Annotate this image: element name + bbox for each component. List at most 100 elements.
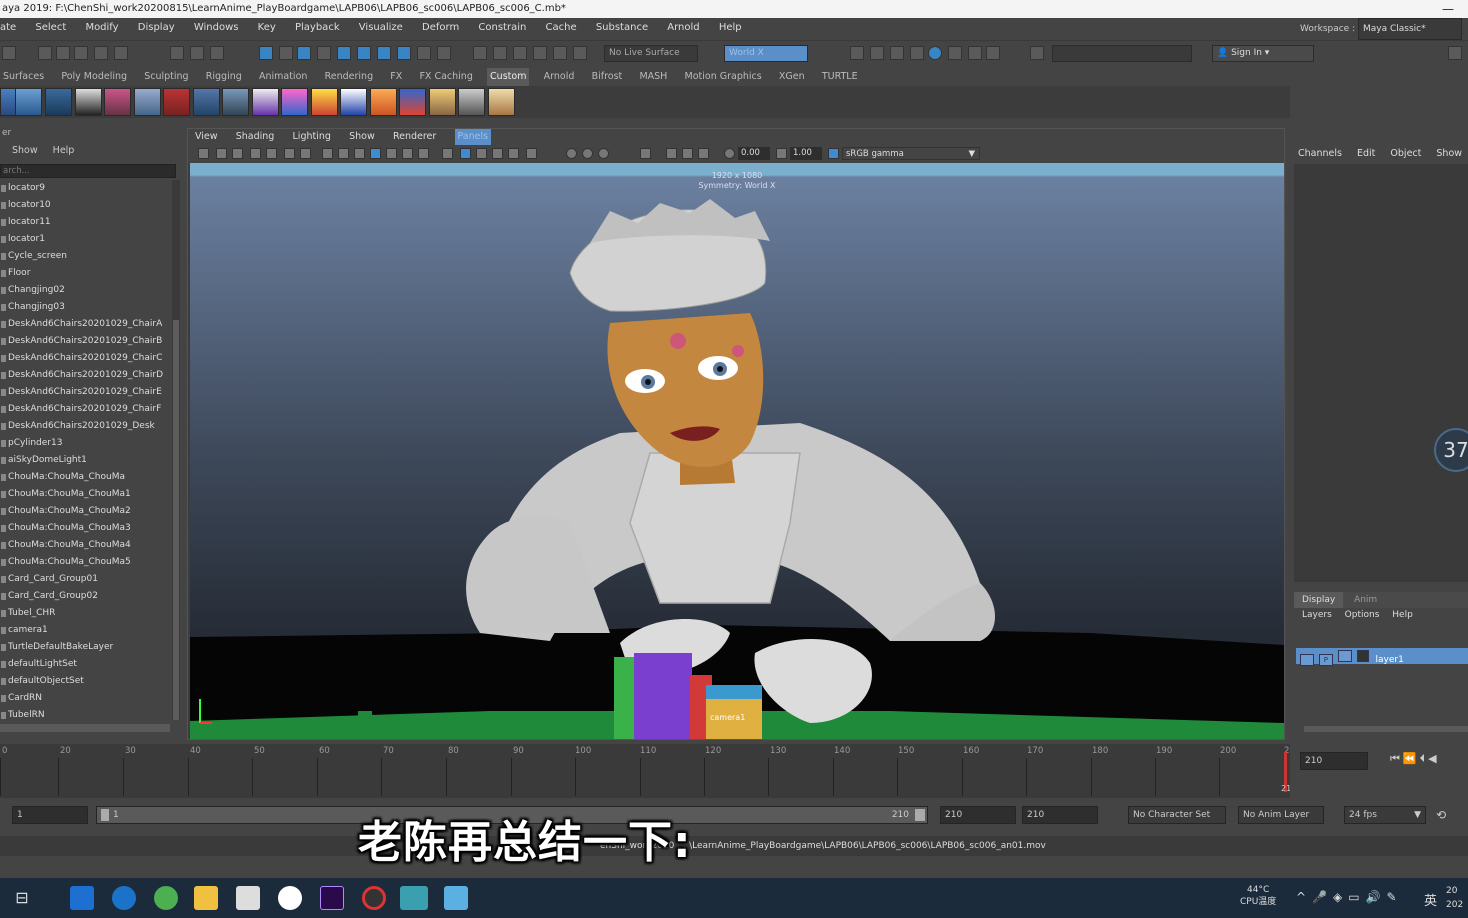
file-explorer-icon[interactable] xyxy=(194,886,218,910)
shelf-tab-turtle[interactable]: TURTLE xyxy=(819,68,861,86)
outliner-item[interactable]: DeskAnd6Chairs20201029_ChairE xyxy=(0,384,172,401)
hypershade-icon[interactable] xyxy=(910,46,924,60)
pen-icon[interactable]: ✎ xyxy=(1387,890,1403,904)
camera-attributes-icon[interactable] xyxy=(216,148,227,159)
outliner-item[interactable]: aiSkyDomeLight1 xyxy=(0,452,172,469)
xray-joints-icon[interactable] xyxy=(682,148,693,159)
gamma-icon[interactable] xyxy=(776,148,787,159)
menu-key[interactable]: Key xyxy=(258,18,276,38)
outliner-search-input[interactable]: arch... xyxy=(0,164,176,178)
menu-arnold[interactable]: Arnold xyxy=(667,18,699,38)
image-plane-icon[interactable] xyxy=(250,148,261,159)
redo-icon[interactable] xyxy=(114,46,128,60)
character-shelf-icon[interactable] xyxy=(311,88,338,116)
isolate-select-icon[interactable] xyxy=(640,148,651,159)
layer-scrollbar[interactable] xyxy=(1304,726,1468,732)
pause-icon[interactable] xyxy=(986,46,1000,60)
tab-display[interactable]: Display xyxy=(1294,592,1344,608)
grid-icon[interactable] xyxy=(322,148,333,159)
shelf-tab-sculpting[interactable]: Sculpting xyxy=(141,68,191,86)
network-icon[interactable]: ▭ xyxy=(1348,890,1365,904)
character-shelf-icon[interactable] xyxy=(458,88,485,116)
outliner-item[interactable]: Tubel_CHR xyxy=(0,605,172,622)
3d-scene[interactable]: 1920 x 1080 Symmetry: World X camera1 xyxy=(190,163,1284,739)
viewport-menu-panels[interactable]: Panels xyxy=(454,129,492,145)
outliner-item[interactable]: ChouMa:ChouMa_ChouMa xyxy=(0,469,172,486)
outliner-item[interactable]: ChouMa:ChouMa_ChouMa4 xyxy=(0,537,172,554)
snap-normal-icon[interactable] xyxy=(573,46,587,60)
shelf-tab-mash[interactable]: MASH xyxy=(636,68,670,86)
character-shelf-icon[interactable] xyxy=(488,88,515,116)
range-slider-start-handle[interactable] xyxy=(101,808,109,821)
select-hierarchy-icon[interactable] xyxy=(170,46,184,60)
gamma-field[interactable]: 1.00 xyxy=(790,147,822,160)
outliner-item[interactable]: DeskAnd6Chairs20201029_ChairC xyxy=(0,350,172,367)
outliner-item[interactable]: locator9 xyxy=(0,180,172,197)
outliner-vertical-scrollbar[interactable] xyxy=(172,180,180,720)
mode-dropdown-icon[interactable] xyxy=(2,46,16,60)
textured-icon[interactable] xyxy=(492,148,503,159)
shelf-tab-arnold[interactable]: Arnold xyxy=(541,68,578,86)
snap-view-icon[interactable] xyxy=(317,46,331,60)
field-chart-icon[interactable] xyxy=(386,148,397,159)
shelf-tab-bifrost[interactable]: Bifrost xyxy=(589,68,626,86)
clock[interactable]: 20 202 xyxy=(1446,884,1463,912)
viewport-menu-show[interactable]: Show xyxy=(349,129,375,145)
shadows-icon[interactable] xyxy=(526,148,537,159)
sign-in-dropdown[interactable]: 👤 Sign In ▾ xyxy=(1212,45,1314,62)
select-object-icon[interactable] xyxy=(190,46,204,60)
undo-icon[interactable] xyxy=(94,46,108,60)
menu-ate[interactable]: ate xyxy=(0,18,16,38)
layer-playback-toggle[interactable]: P xyxy=(1318,654,1333,666)
open-scene-icon[interactable] xyxy=(56,46,70,60)
outliner-item[interactable]: DeskAnd6Chairs20201029_ChairA xyxy=(0,316,172,333)
outliner-item[interactable]: Card_Card_Group01 xyxy=(0,571,172,588)
character-shelf-icon[interactable] xyxy=(399,88,426,116)
smooth-shade-icon[interactable] xyxy=(460,148,471,159)
menu-substance[interactable]: Substance xyxy=(596,18,648,38)
ambient-occlusion-icon[interactable] xyxy=(566,148,577,159)
character-shelf-icon[interactable] xyxy=(193,88,220,116)
character-shelf-icon[interactable] xyxy=(104,88,131,116)
render-settings-icon[interactable] xyxy=(890,46,904,60)
menu-object[interactable]: Object xyxy=(1390,148,1421,159)
volume-icon[interactable]: 🔊 xyxy=(1366,890,1387,904)
ime-indicator[interactable]: 英 xyxy=(1424,890,1437,909)
save-scene-icon[interactable] xyxy=(74,46,88,60)
motion-blur-icon[interactable] xyxy=(582,148,593,159)
outliner-item[interactable]: Floor xyxy=(0,265,172,282)
character-shelf-icon[interactable] xyxy=(429,88,456,116)
camera-select-icon[interactable] xyxy=(198,148,209,159)
outliner-item[interactable]: ChouMa:ChouMa_ChouMa2 xyxy=(0,503,172,520)
view-transform-dropdown[interactable]: sRGB gamma ▼ xyxy=(842,147,980,160)
menu-playback[interactable]: Playback xyxy=(295,18,340,38)
outliner-item[interactable]: locator10 xyxy=(0,197,172,214)
pencil-icon[interactable] xyxy=(300,148,311,159)
menu-select[interactable]: Select xyxy=(35,18,66,38)
outliner-item[interactable]: CardRN xyxy=(0,690,172,707)
settings-icon[interactable] xyxy=(1448,46,1462,60)
new-scene-icon[interactable] xyxy=(38,46,52,60)
exposure-icon[interactable] xyxy=(724,148,735,159)
2d-pan-icon[interactable] xyxy=(284,148,295,159)
character-set-dropdown[interactable]: No Character Set xyxy=(1128,806,1226,824)
shelf-tab-fx[interactable]: FX xyxy=(387,68,405,86)
shield-icon[interactable]: ◈ xyxy=(1333,890,1348,904)
outliner-item[interactable]: camera1 xyxy=(0,622,172,639)
outliner-item[interactable]: ChouMa:ChouMa_ChouMa5 xyxy=(0,554,172,571)
bookmark-icon[interactable] xyxy=(232,148,243,159)
outliner-item[interactable]: TubelRN xyxy=(0,707,172,724)
snap-together-icon[interactable] xyxy=(493,46,507,60)
shelf-tab-animation[interactable]: Animation xyxy=(256,68,310,86)
menu-display[interactable]: Display xyxy=(138,18,175,38)
outliner-item[interactable]: defaultObjectSet xyxy=(0,673,172,690)
app-icon[interactable] xyxy=(278,886,302,910)
menu-constrain[interactable]: Constrain xyxy=(478,18,526,38)
character-shelf-icon[interactable] xyxy=(15,88,42,116)
xray-icon[interactable] xyxy=(666,148,677,159)
command-search-field[interactable] xyxy=(1052,45,1192,62)
outliner-item[interactable]: DeskAnd6Chairs20201029_ChairF xyxy=(0,401,172,418)
edge-browser-icon[interactable] xyxy=(112,886,136,910)
scrollbar-thumb[interactable] xyxy=(173,320,179,720)
character-shelf-icon[interactable] xyxy=(370,88,397,116)
